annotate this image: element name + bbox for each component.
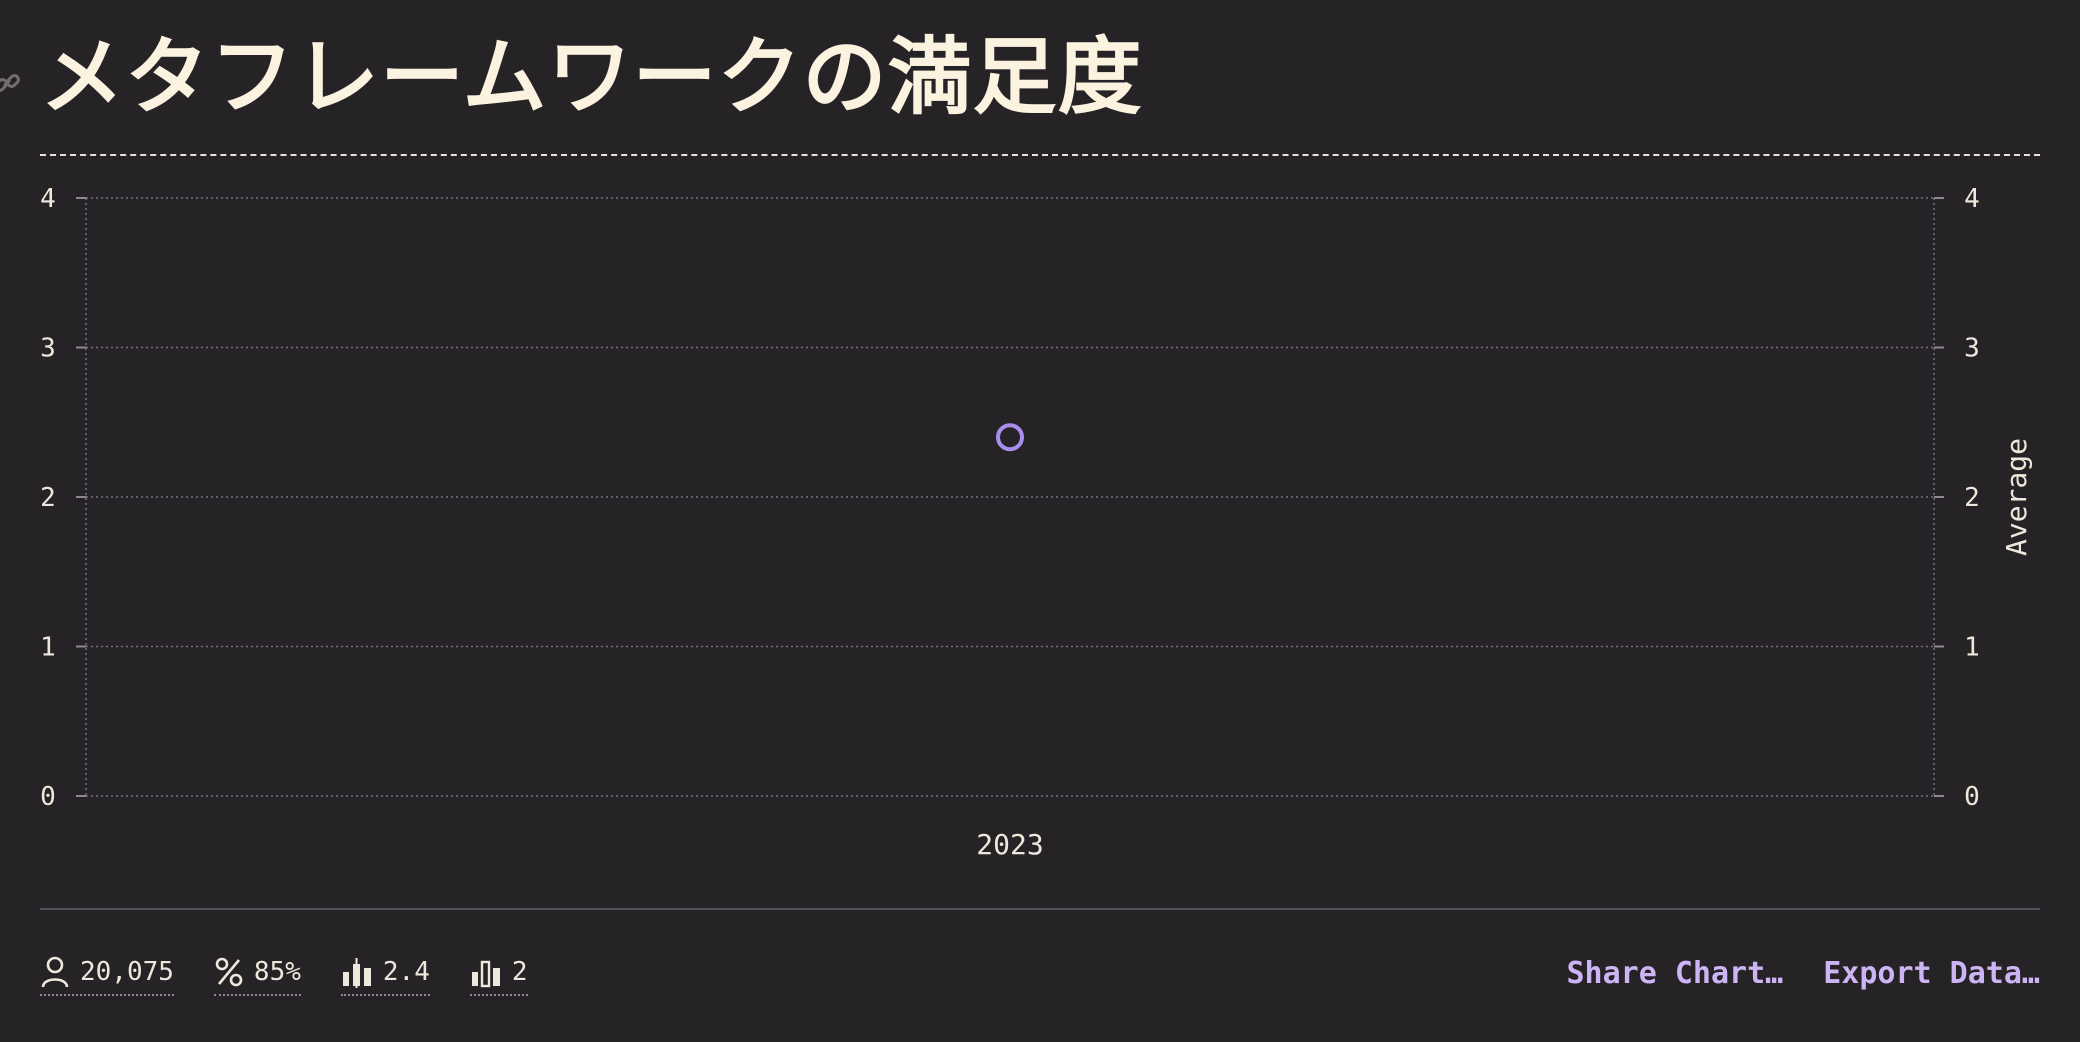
stat-value: 2.4: [382, 957, 430, 987]
x-tick-label: 2023: [976, 828, 1043, 861]
link-icon[interactable]: [0, 68, 22, 98]
stat-average[interactable]: 2.4: [340, 956, 430, 996]
y-tick-label-right: 0: [1964, 782, 1980, 812]
y-tick-label-left: 1: [40, 633, 56, 663]
bar-chart-icon: [471, 960, 500, 988]
stat-value: 85%: [253, 957, 301, 987]
y-tick-label-right: 3: [1964, 334, 1980, 364]
y-tick-label-left: 4: [40, 184, 56, 214]
export-data-button[interactable]: Export Data…: [1823, 956, 2040, 991]
stat-count[interactable]: 2: [469, 956, 528, 996]
footer-divider: [40, 908, 2040, 910]
boxplot-icon: [342, 958, 371, 988]
stat-value: 20,075: [80, 957, 174, 987]
y-tick-label-right: 1: [1964, 633, 1980, 663]
chart-actions: Share Chart… Export Data…: [1567, 956, 2041, 991]
stat-percentage[interactable]: 85%: [213, 956, 301, 996]
y-axis-title-right: Average: [2000, 438, 2033, 556]
y-tick-label-left: 2: [40, 483, 56, 513]
y-tick-label-left: 0: [40, 782, 56, 812]
stat-value: 2: [511, 957, 528, 987]
page-title: メタフレームワークの満足度: [40, 28, 1143, 126]
share-chart-button[interactable]: Share Chart…: [1567, 956, 1784, 991]
chart: 0 0 1 1 2 2 3 3 4 4 Average 2023: [40, 184, 2033, 861]
data-point: [996, 423, 1024, 452]
percent-icon: [215, 957, 243, 987]
title-divider: [40, 154, 2040, 156]
stats-bar: 20,075 85% 2.4 2: [40, 956, 528, 996]
y-tick-label-right: 4: [1964, 184, 1980, 214]
stat-respondents[interactable]: 20,075: [40, 956, 174, 996]
y-tick-label-right: 2: [1964, 483, 1980, 513]
y-tick-label-left: 3: [40, 334, 56, 364]
user-icon: [41, 956, 69, 988]
